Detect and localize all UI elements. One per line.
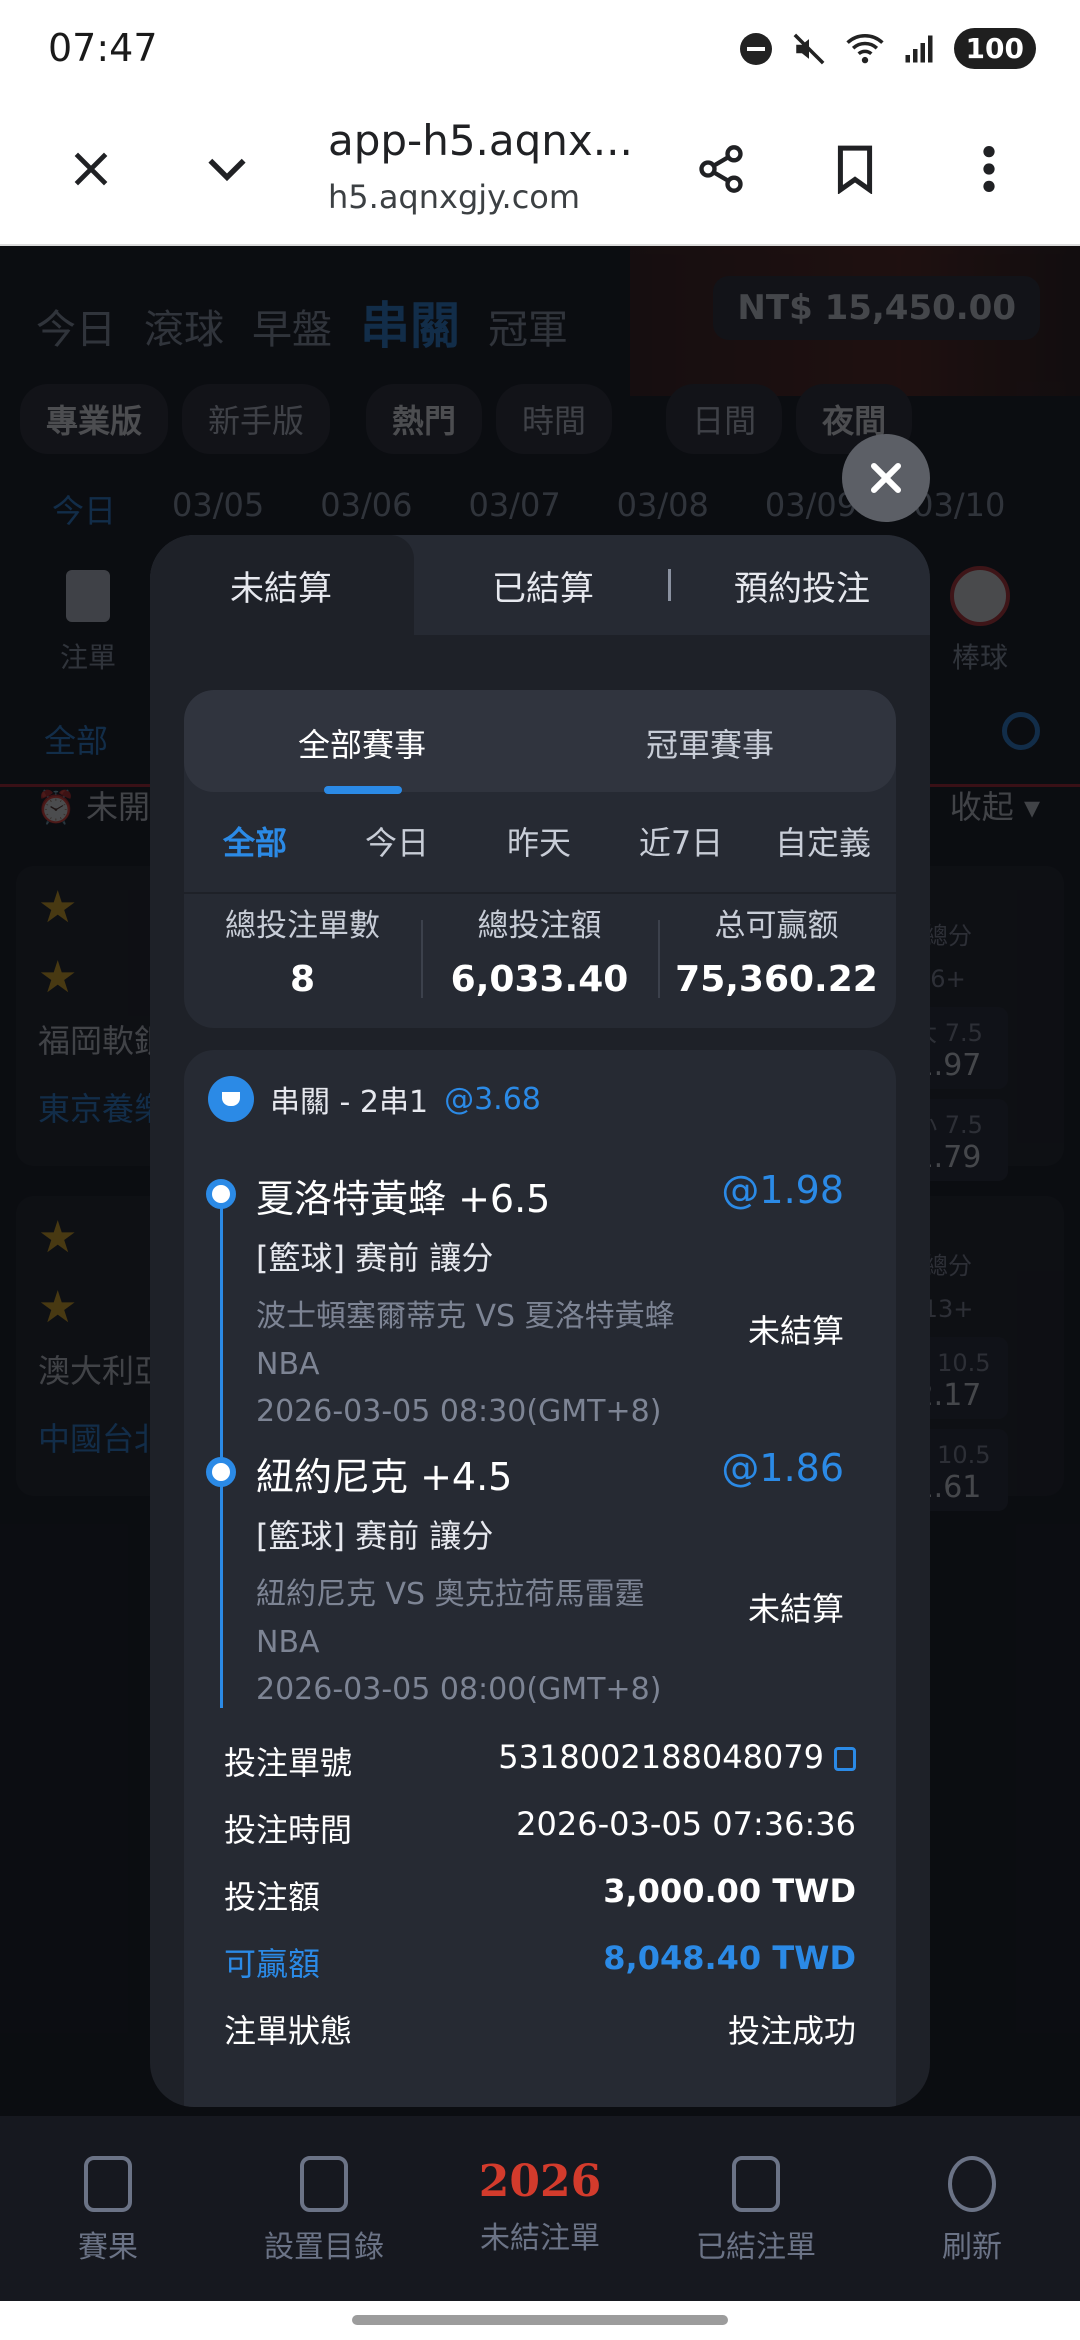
bet-state-value: 投注成功 [727, 2012, 856, 2050]
battery-indicator: 100 [953, 28, 1036, 69]
range-custom[interactable]: 自定義 [752, 818, 894, 864]
nav-results[interactable]: 賽果 [18, 2156, 198, 2266]
summary-panel: 全部賽事 冠軍賽事 全部 今日 昨天 近7日 自定義 總投注單數 8 總投注額 … [184, 690, 896, 1028]
stat-total-win: 总可赢额 75,360.22 [675, 908, 878, 1000]
bet-time-label: 投注時間 [224, 1811, 353, 1849]
bottom-nav: 賽果 設置目錄 2026 未結注單 已結注單 刷新 [0, 2116, 1080, 2301]
order-number-row: 投注單號 5318002188048079 [224, 1738, 856, 1788]
legs-timeline [220, 1188, 223, 1708]
tab-all-events[interactable]: 全部賽事 [298, 720, 426, 766]
leg-time: 2026-03-05 08:00(GMT+8) [256, 1672, 662, 1707]
nav-refresh[interactable]: 刷新 [882, 2156, 1062, 2266]
tab-outright-events[interactable]: 冠軍賽事 [646, 720, 774, 766]
stake-value: 3,000.00 TWD [603, 1872, 856, 1910]
order-number-label: 投注單號 [224, 1744, 353, 1782]
leg-time: 2026-03-05 08:30(GMT+8) [256, 1394, 662, 1429]
bet-type: 串關 - 2串1 [270, 1085, 429, 1120]
divider [184, 892, 896, 894]
page-title[interactable]: app-h5.aqnx... [328, 116, 633, 165]
leg-market: [籃球] 赛前 讓分 [256, 1239, 494, 1277]
nav-settled-bets[interactable]: 已結注單 [666, 2156, 846, 2266]
browser-toolbar: app-h5.aqnx... h5.aqnxgjy.com [0, 100, 1080, 246]
tab-unsettled[interactable]: 未結算 [230, 561, 332, 610]
close-modal-button[interactable] [842, 434, 930, 522]
leg-marker [206, 1457, 236, 1487]
sliders-icon [300, 2156, 348, 2212]
more-menu-icon[interactable] [954, 134, 1024, 204]
home-gesture-pill[interactable] [352, 2315, 728, 2325]
range-yesterday[interactable]: 昨天 [468, 818, 610, 864]
event-type-tabs: 全部賽事 冠軍賽事 [184, 690, 896, 792]
order-number-value: 5318002188048079 [498, 1738, 856, 1776]
bet-header: 串關 - 2串1 @3.68 [208, 1074, 541, 1124]
copy-icon[interactable] [834, 1747, 856, 1771]
leg-league: NBA [256, 1625, 320, 1660]
leg-status: 未結算 [747, 1312, 844, 1350]
bet-status-tabs: 未結算 已結算 預約投注 [150, 535, 930, 635]
range-7-days[interactable]: 近7日 [610, 818, 752, 864]
leg-odds: @1.86 [721, 1446, 844, 1490]
bet-records-modal: 未結算 已結算 預約投注 全部賽事 冠軍賽事 全部 今日 昨天 近7日 自定義 … [150, 535, 930, 2107]
potential-win-label: 可贏額 [224, 1945, 321, 1983]
stat-total-bets: 總投注單數 8 [225, 908, 380, 1000]
leg-status: 未結算 [747, 1590, 844, 1628]
gesture-bar [0, 2301, 1080, 2340]
year-logo: 2026 [478, 2156, 602, 2207]
results-icon [84, 2156, 132, 2212]
stat-total-stake: 總投注額 6,033.40 [450, 908, 629, 1000]
leg-league: NBA [256, 1347, 320, 1382]
bet-time-value: 2026-03-05 07:36:36 [516, 1805, 856, 1843]
leg-marker [206, 1179, 236, 1209]
bet-time-row: 投注時間 2026-03-05 07:36:36 [224, 1805, 856, 1855]
receipt-icon [732, 2156, 780, 2212]
trophy-icon [208, 1076, 254, 1122]
bet-leg: 紐約尼克 +4.5 @1.86 [籃球] 赛前 讓分 紐約尼克 VS 奧克拉荷馬… [256, 1446, 868, 1707]
do-not-disturb-icon [739, 32, 772, 65]
bet-state-label: 注單狀態 [224, 2012, 353, 2050]
nav-open-bets[interactable]: 2026 未結注單 [450, 2156, 630, 2257]
status-time: 07:47 [48, 26, 158, 70]
bet-state-row: 注單狀態 投注成功 [224, 2006, 856, 2056]
range-today[interactable]: 今日 [326, 818, 468, 864]
mute-icon [793, 33, 824, 64]
wifi-icon [845, 33, 884, 63]
nav-settings[interactable]: 設置目錄 [234, 2156, 414, 2266]
active-tab-underline [324, 786, 402, 794]
leg-market: [籃球] 赛前 讓分 [256, 1517, 494, 1555]
status-icons: 100 [739, 28, 1036, 69]
potential-win-row: 可贏額 8,048.40 TWD [224, 1939, 856, 1989]
tab-settled[interactable]: 已結算 [492, 561, 594, 610]
stake-label: 投注額 [224, 1878, 321, 1916]
status-bar: 07:47 100 [0, 0, 1080, 100]
bookmark-icon[interactable] [820, 134, 890, 204]
tab-separator [668, 569, 671, 601]
bet-card: 串關 - 2串1 @3.68 夏洛特黃蜂 +6.5 @1.98 [籃球] 赛前 … [184, 1050, 896, 2107]
page-url[interactable]: h5.aqnxgjy.com [328, 178, 580, 216]
bet-total-odds: @3.68 [444, 1081, 541, 1117]
potential-win-value: 8,048.40 TWD [603, 1939, 856, 1977]
refresh-icon [948, 2156, 996, 2212]
range-all[interactable]: 全部 [184, 818, 326, 864]
leg-odds: @1.98 [721, 1168, 844, 1212]
stake-row: 投注額 3,000.00 TWD [224, 1872, 856, 1922]
share-icon[interactable] [686, 134, 756, 204]
bet-leg: 夏洛特黃蜂 +6.5 @1.98 [籃球] 赛前 讓分 波士頓塞爾蒂克 VS 夏… [256, 1168, 868, 1429]
chevron-down-icon[interactable] [192, 134, 262, 204]
close-tab-icon[interactable] [56, 134, 126, 204]
signal-icon [905, 35, 933, 62]
date-range-filter: 全部 今日 昨天 近7日 自定義 [184, 818, 896, 878]
tab-reserved[interactable]: 預約投注 [734, 561, 870, 610]
